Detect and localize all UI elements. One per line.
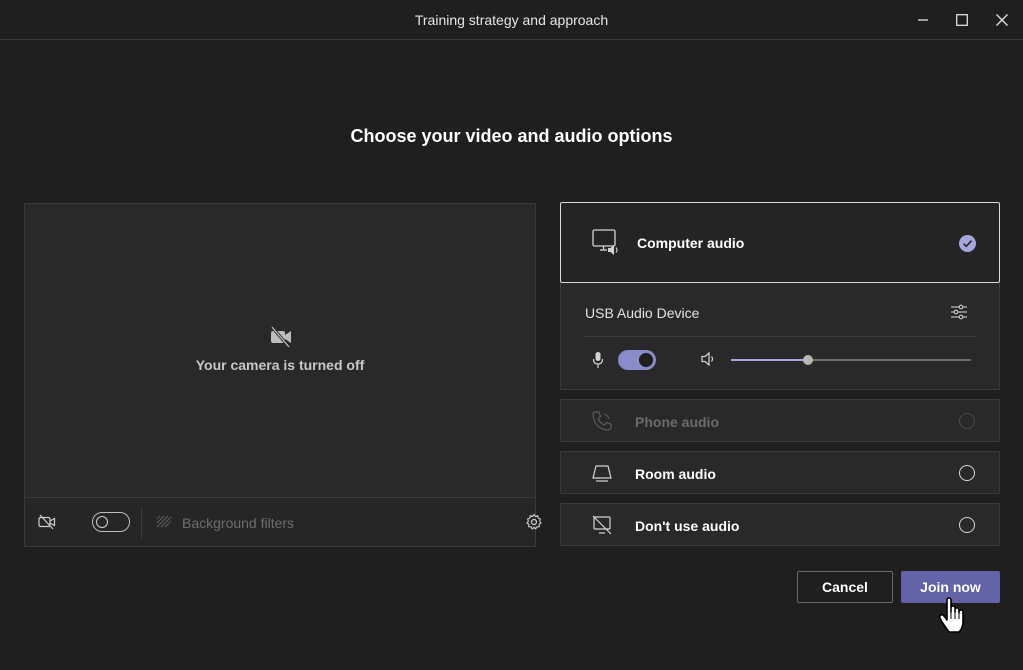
phone-audio-label: Phone audio xyxy=(635,414,719,430)
slider-fill xyxy=(731,359,808,361)
no-audio-label: Don't use audio xyxy=(635,518,740,534)
camera-off-small-icon xyxy=(38,514,56,530)
toggle-knob xyxy=(639,353,653,367)
video-preview: Your camera is turned off Background fil… xyxy=(24,203,542,547)
no-audio-icon xyxy=(592,515,612,535)
audio-device-name[interactable]: USB Audio Device xyxy=(585,305,699,321)
cancel-button[interactable]: Cancel xyxy=(797,571,893,603)
phone-icon xyxy=(592,411,612,431)
room-device-icon xyxy=(592,465,612,482)
camera-toggle[interactable] xyxy=(92,512,130,532)
audio-settings-icon[interactable] xyxy=(950,303,968,321)
no-audio-radio[interactable] xyxy=(959,517,975,533)
camera-off-icon xyxy=(270,326,291,348)
phone-audio-radio xyxy=(959,413,975,429)
page-heading: Choose your video and audio options xyxy=(350,126,673,146)
close-icon xyxy=(996,14,1008,26)
device-settings-gear-icon[interactable] xyxy=(525,513,543,531)
camera-off-message: Your camera is turned off xyxy=(195,357,365,373)
minimize-button[interactable] xyxy=(903,0,943,40)
maximize-button[interactable] xyxy=(942,0,982,40)
room-audio-radio[interactable] xyxy=(959,465,975,481)
computer-audio-radio[interactable] xyxy=(959,235,976,252)
slider-thumb[interactable] xyxy=(802,355,813,365)
controls-divider xyxy=(141,508,142,538)
hand-cursor-icon xyxy=(938,597,964,633)
microphone-icon xyxy=(592,352,604,368)
device-separator xyxy=(585,336,975,337)
background-filters-icon xyxy=(156,515,172,528)
preview-controls: Background filters xyxy=(25,497,542,546)
speaker-volume-icon xyxy=(701,351,714,367)
room-audio-label: Room audio xyxy=(635,466,716,482)
minimize-icon xyxy=(918,19,928,21)
close-button[interactable] xyxy=(982,0,1022,40)
no-audio-option[interactable]: Don't use audio xyxy=(560,503,1000,546)
checkmark-icon xyxy=(962,240,973,248)
speaker-volume-slider[interactable] xyxy=(731,355,971,365)
toggle-knob xyxy=(96,515,108,528)
microphone-toggle[interactable] xyxy=(618,350,656,370)
maximize-icon xyxy=(956,14,968,26)
audio-device-panel: USB Audio Device xyxy=(560,283,1000,390)
window-title: Training strategy and approach xyxy=(414,12,609,28)
computer-audio-label: Computer audio xyxy=(637,235,745,251)
room-audio-option[interactable]: Room audio xyxy=(560,451,1000,494)
background-filters-label[interactable]: Background filters xyxy=(182,515,294,531)
computer-audio-icon xyxy=(592,229,618,255)
title-bar: Training strategy and approach xyxy=(0,0,1023,40)
phone-audio-option: Phone audio xyxy=(560,399,1000,442)
computer-audio-option[interactable]: Computer audio xyxy=(560,202,1000,283)
